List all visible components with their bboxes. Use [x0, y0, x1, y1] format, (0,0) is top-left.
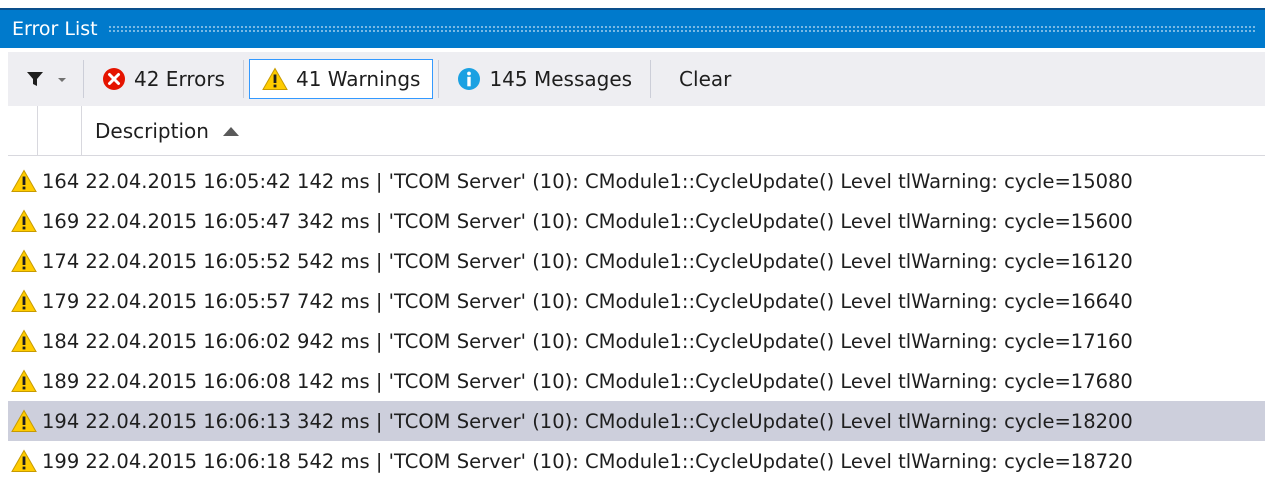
warning-icon — [11, 209, 37, 233]
filter-dropdown[interactable] — [8, 59, 78, 99]
panel-title: Error List — [12, 18, 98, 40]
row-text: 174 22.04.2015 16:05:52 542 ms | 'TCOM S… — [42, 249, 1133, 273]
description-header-label: Description — [95, 119, 209, 143]
title-bar[interactable]: Error List — [0, 8, 1265, 48]
toolbar: 42 Errors 41 Warnings 145 Messages Clear — [8, 52, 1265, 106]
clear-button[interactable]: Clear — [656, 59, 744, 99]
filter-icon — [27, 72, 43, 86]
chevron-down-icon — [58, 78, 66, 82]
list-row[interactable]: 169 22.04.2015 16:05:47 342 ms | 'TCOM S… — [8, 201, 1265, 241]
sort-ascending-icon — [222, 126, 239, 136]
toolbar-separator — [650, 60, 652, 98]
info-icon — [457, 67, 481, 91]
list-row[interactable]: 164 22.04.2015 16:05:42 142 ms | 'TCOM S… — [8, 161, 1265, 201]
messages-filter-button[interactable]: 145 Messages — [444, 59, 645, 99]
error-icon — [102, 67, 126, 91]
header-column-icon[interactable] — [8, 106, 38, 156]
list-row[interactable]: 179 22.04.2015 16:05:57 742 ms | 'TCOM S… — [8, 281, 1265, 321]
list-row[interactable]: 174 22.04.2015 16:05:52 542 ms | 'TCOM S… — [8, 241, 1265, 281]
toolbar-separator — [83, 60, 84, 98]
warnings-count-label: 41 Warnings — [295, 67, 421, 91]
errors-count-label: 42 Errors — [134, 67, 225, 91]
clear-label: Clear — [679, 67, 732, 91]
list-row[interactable]: 184 22.04.2015 16:06:02 942 ms | 'TCOM S… — [8, 321, 1265, 361]
warning-icon — [11, 369, 37, 393]
warning-icon — [11, 449, 37, 473]
errors-filter-button[interactable]: 42 Errors — [89, 59, 238, 99]
row-text: 189 22.04.2015 16:06:08 142 ms | 'TCOM S… — [42, 369, 1133, 393]
row-text: 169 22.04.2015 16:05:47 342 ms | 'TCOM S… — [42, 209, 1133, 233]
list-row[interactable]: 189 22.04.2015 16:06:08 142 ms | 'TCOM S… — [8, 361, 1265, 401]
header-column-flag[interactable] — [38, 106, 82, 156]
warnings-filter-button[interactable]: 41 Warnings — [248, 59, 434, 99]
row-text: 194 22.04.2015 16:06:13 342 ms | 'TCOM S… — [42, 409, 1133, 433]
drag-grip[interactable] — [107, 25, 1255, 33]
row-text: 164 22.04.2015 16:05:42 142 ms | 'TCOM S… — [42, 169, 1133, 193]
list-row[interactable]: 199 22.04.2015 16:06:18 542 ms | 'TCOM S… — [8, 441, 1265, 481]
row-text: 184 22.04.2015 16:06:02 942 ms | 'TCOM S… — [42, 329, 1133, 353]
warning-icon — [11, 329, 37, 353]
toolbar-separator — [242, 60, 244, 98]
warning-icon — [11, 289, 37, 313]
messages-count-label: 145 Messages — [489, 67, 633, 91]
list-header: Description — [8, 106, 1265, 156]
header-column-description[interactable]: Description — [95, 106, 239, 156]
warning-icon — [11, 409, 37, 433]
toolbar-separator — [438, 60, 440, 98]
row-text: 199 22.04.2015 16:06:18 542 ms | 'TCOM S… — [42, 449, 1133, 473]
list-row[interactable]: 194 22.04.2015 16:06:13 342 ms | 'TCOM S… — [8, 401, 1265, 441]
warning-icon — [11, 249, 37, 273]
error-list-panel: Error List 42 Errors 41 Warnings 145 Mes… — [0, 0, 1265, 488]
warning-icon — [11, 169, 37, 193]
row-text: 179 22.04.2015 16:05:57 742 ms | 'TCOM S… — [42, 289, 1133, 313]
message-list: 164 22.04.2015 16:05:42 142 ms | 'TCOM S… — [8, 161, 1265, 481]
warning-icon — [262, 67, 288, 91]
